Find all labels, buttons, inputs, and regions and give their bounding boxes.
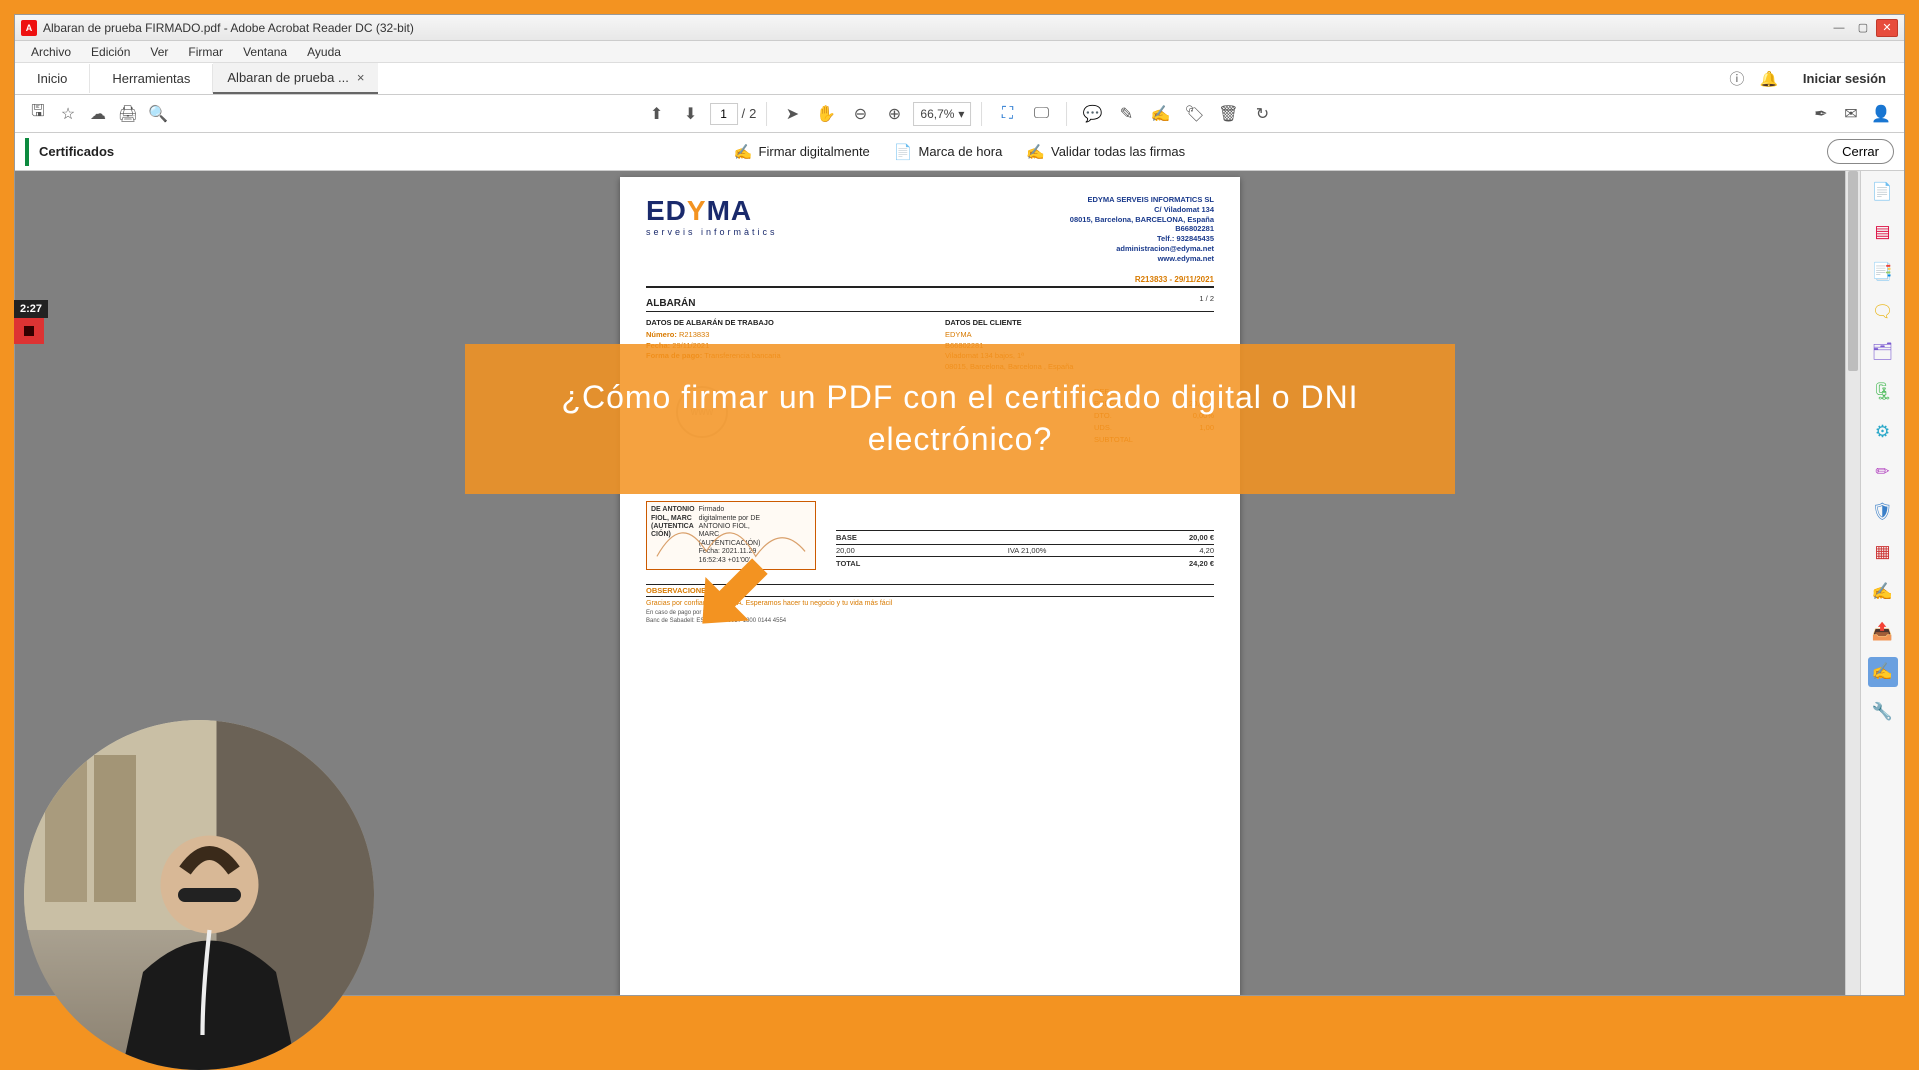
rail-protect-icon[interactable]: 🛡 — [1868, 497, 1898, 527]
print-icon[interactable]: 🖨 — [113, 99, 143, 129]
page-sep: / — [742, 106, 746, 121]
window-title: Albaran de prueba FIRMADO.pdf - Adobe Ac… — [43, 21, 1826, 35]
highlight-icon[interactable]: ✎ — [1111, 99, 1141, 129]
maximize-button[interactable]: ▢ — [1852, 19, 1874, 37]
tab-home[interactable]: Inicio — [15, 64, 90, 93]
tab-document-label: Albaran de prueba ... — [227, 70, 348, 85]
pointer-arrow-overlay — [680, 536, 790, 646]
certificates-label: Certificados — [39, 144, 114, 159]
menu-archivo[interactable]: Archivo — [21, 43, 81, 61]
validate-label: Validar todas las firmas — [1051, 144, 1185, 159]
delete-icon[interactable]: 🗑 — [1213, 99, 1243, 129]
read-mode-icon[interactable]: 🖵 — [1026, 99, 1056, 129]
certificates-bar: Certificados ✍ Firmar digitalmente 📄 Mar… — [15, 133, 1904, 171]
doc-pagenum: 1 / 2 — [1199, 294, 1214, 309]
signature-pen-icon[interactable]: ✒ — [1806, 99, 1836, 129]
save-icon[interactable]: 🖫 — [23, 99, 53, 129]
totals-block: BASE20,00 € 20,00IVA 21,00%4,20 TOTAL24,… — [836, 530, 1214, 570]
search-icon[interactable]: 🔍 — [143, 99, 173, 129]
app-icon: A — [21, 20, 37, 36]
doc-number: R213833 - 29/11/2021 — [646, 275, 1214, 284]
profile-icon[interactable]: 👤 — [1866, 99, 1896, 129]
page-up-icon[interactable]: ⬆ — [642, 99, 672, 129]
tab-document[interactable]: Albaran de prueba ... × — [213, 63, 378, 94]
zoom-value: 66,7% — [920, 107, 954, 121]
doc-type: ALBARÁN — [646, 298, 695, 309]
rail-export-pdf-icon[interactable]: 📄 — [1868, 177, 1898, 207]
rail-certificates-icon[interactable]: ✍ — [1868, 657, 1898, 687]
recording-widget: 2:27 — [14, 300, 48, 344]
rail-edit-pdf-icon[interactable]: ▤ — [1868, 217, 1898, 247]
zoom-dropdown[interactable]: 66,7% ▾ — [913, 102, 971, 126]
vertical-scrollbar[interactable] — [1845, 171, 1860, 995]
select-tool-icon[interactable]: ➤ — [777, 99, 807, 129]
close-window-button[interactable]: ✕ — [1876, 19, 1898, 37]
sign-in-button[interactable]: Iniciar sesión — [1785, 71, 1904, 86]
rail-organize-icon[interactable]: 🗜 — [1868, 377, 1898, 407]
rail-request-sign-icon[interactable]: ✍ — [1868, 577, 1898, 607]
menu-firmar[interactable]: Firmar — [178, 43, 233, 61]
zoom-out-icon[interactable]: ⊖ — [845, 99, 875, 129]
page-number-input[interactable] — [710, 103, 738, 125]
page-total: 2 — [749, 106, 756, 121]
menu-ayuda[interactable]: Ayuda — [297, 43, 351, 61]
fit-page-icon[interactable]: ⛶ — [992, 99, 1022, 129]
stop-recording-button[interactable] — [14, 318, 44, 344]
menubar: Archivo Edición Ver Firmar Ventana Ayuda — [15, 41, 1904, 63]
hand-tool-icon[interactable]: ✋ — [811, 99, 841, 129]
toolbar-right: ✒ ✉ 👤 — [1806, 99, 1896, 129]
company-logo: EDYMA serveis informàtics — [646, 195, 778, 263]
signature-icon: ✍ — [734, 143, 753, 161]
toolbar-center: ⬆ ⬇ / 2 ➤ ✋ ⊖ ⊕ 66,7% ▾ ⛶ 🖵 💬 ✎ ✍ 🏷 🗑 ↻ — [642, 99, 1278, 129]
timestamp-icon: 📄 — [894, 143, 913, 161]
recording-time: 2:27 — [14, 300, 48, 318]
sign-icon[interactable]: ✍ — [1145, 99, 1175, 129]
minimize-button[interactable]: — — [1828, 19, 1850, 37]
rail-fill-form-icon[interactable]: ▦ — [1868, 537, 1898, 567]
timestamp-label: Marca de hora — [918, 144, 1002, 159]
rail-comment-icon[interactable]: 🗨 — [1868, 297, 1898, 327]
menu-edicion[interactable]: Edición — [81, 43, 140, 61]
rail-compress-icon[interactable]: ⚙ — [1868, 417, 1898, 447]
menu-ver[interactable]: Ver — [140, 43, 178, 61]
toolbar: 🖫 ☆ ☁ 🖨 🔍 ⬆ ⬇ / 2 ➤ ✋ ⊖ ⊕ 66,7% ▾ ⛶ 🖵 💬 … — [15, 95, 1904, 133]
rail-send-icon[interactable]: 📤 — [1868, 617, 1898, 647]
rail-redact-icon[interactable]: ✏ — [1868, 457, 1898, 487]
tab-tools[interactable]: Herramientas — [90, 64, 213, 93]
redo-icon[interactable]: ↻ — [1247, 99, 1277, 129]
rail-create-pdf-icon[interactable]: 📑 — [1868, 257, 1898, 287]
rail-more-tools-icon[interactable]: 🔧 — [1868, 697, 1898, 727]
company-info: EDYMA SERVEIS INFORMATICS SL C/ Viladoma… — [1070, 195, 1214, 263]
page-down-icon[interactable]: ⬇ — [676, 99, 706, 129]
share-mail-icon[interactable]: ✉ — [1836, 99, 1866, 129]
titlebar: A Albaran de prueba FIRMADO.pdf - Adobe … — [15, 15, 1904, 41]
stamp-icon[interactable]: 🏷 — [1179, 99, 1209, 129]
stop-icon — [24, 326, 34, 336]
notifications-icon[interactable]: 🔔 — [1758, 68, 1780, 90]
scrollbar-thumb[interactable] — [1848, 171, 1858, 371]
zoom-in-icon[interactable]: ⊕ — [879, 99, 909, 129]
validate-icon: ✍ — [1026, 143, 1045, 161]
sign-digitally-label: Firmar digitalmente — [759, 144, 870, 159]
star-icon[interactable]: ☆ — [53, 99, 83, 129]
rail-combine-icon[interactable]: 🗂 — [1868, 337, 1898, 367]
cert-accent — [25, 138, 29, 166]
tabs-row: Inicio Herramientas Albaran de prueba ..… — [15, 63, 1904, 95]
video-title-overlay: ¿Cómo firmar un PDF con el certificado d… — [465, 344, 1455, 494]
comment-icon[interactable]: 💬 — [1077, 99, 1107, 129]
help-icon[interactable]: ⓘ — [1726, 68, 1748, 90]
presenter-webcam — [24, 720, 374, 1070]
chevron-down-icon: ▾ — [958, 107, 964, 121]
timestamp-button[interactable]: 📄 Marca de hora — [894, 143, 1003, 161]
right-tool-rail: 📄 ▤ 📑 🗨 🗂 🗜 ⚙ ✏ 🛡 ▦ ✍ 📤 ✍ 🔧 — [1860, 171, 1904, 995]
close-tab-icon[interactable]: × — [357, 70, 365, 85]
menu-ventana[interactable]: Ventana — [233, 43, 297, 61]
sign-digitally-button[interactable]: ✍ Firmar digitalmente — [734, 143, 870, 161]
close-certbar-button[interactable]: Cerrar — [1827, 139, 1894, 164]
cloud-upload-icon[interactable]: ☁ — [83, 99, 113, 129]
validate-signatures-button[interactable]: ✍ Validar todas las firmas — [1026, 143, 1185, 161]
